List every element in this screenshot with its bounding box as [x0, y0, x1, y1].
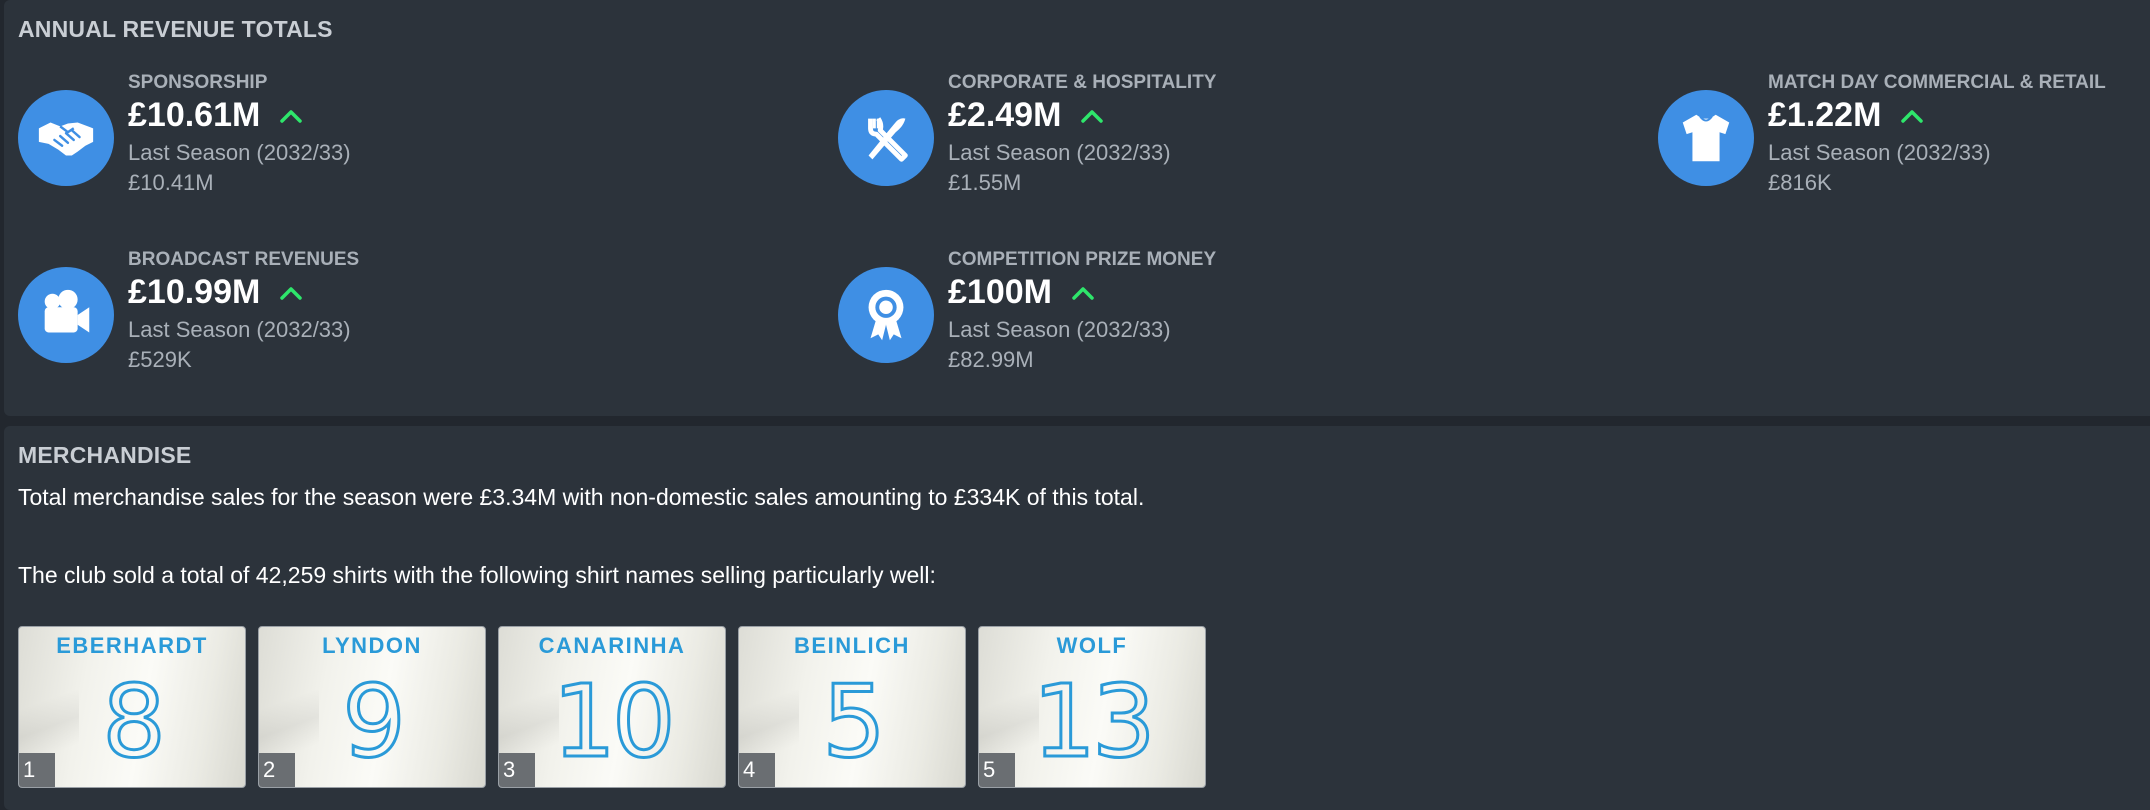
shirt-name: BEINLICH — [794, 633, 910, 658]
trend-up-icon — [1072, 286, 1094, 300]
merchandise-shirts-text: The club sold a total of 42,259 shirts w… — [18, 562, 936, 588]
last-season-value: £1.55M — [948, 170, 1022, 195]
revenue-value-text: £100M — [948, 273, 1052, 311]
revenue-value: £10.99M — [128, 273, 303, 312]
last-season-value: £529K — [128, 347, 192, 372]
trend-up-icon — [280, 286, 303, 300]
cutlery-icon — [838, 90, 934, 186]
revenue-card-match-day-commercial[interactable]: MATCH DAY COMMERCIAL & RETAIL £1.22M Las… — [1644, 72, 2150, 222]
revenue-value: £10.61M — [128, 96, 303, 135]
revenue-value: £2.49M — [948, 96, 1104, 135]
video-camera-icon — [18, 267, 114, 363]
shirt-rank-badge: 2 — [259, 753, 295, 787]
award-ribbon-icon — [838, 267, 934, 363]
shirt-card[interactable]: CANARINHA 10 3 — [498, 626, 726, 788]
last-season-label: Last Season (2032/33) — [948, 317, 1171, 342]
last-season-label: Last Season (2032/33) — [948, 140, 1171, 165]
last-season-label: Last Season (2032/33) — [128, 140, 351, 165]
revenue-card-broadcast[interactable]: BROADCAST REVENUES £10.99M Last Season (… — [4, 249, 784, 399]
revenue-card-corporate-hospitality[interactable]: CORPORATE & HOSPITALITY £2.49M Last Seas… — [824, 72, 1604, 222]
shirt-card[interactable]: EBERHARDT 8 1 — [18, 626, 246, 788]
revenue-value-text: £1.22M — [1768, 96, 1882, 134]
handshake-icon — [18, 90, 114, 186]
annual-revenue-title: ANNUAL REVENUE TOTALS — [18, 16, 333, 42]
shirt-rank-badge: 4 — [739, 753, 775, 787]
revenue-value: £100M — [948, 273, 1094, 312]
last-season-label: Last Season (2032/33) — [128, 317, 351, 342]
merchandise-sales-text: Total merchandise sales for the season w… — [18, 484, 1145, 510]
shirt-rank-badge: 1 — [19, 753, 55, 787]
shirt-card[interactable]: WOLF 13 5 — [978, 626, 1206, 788]
merchandise-title: MERCHANDISE — [18, 442, 192, 468]
trend-up-icon — [1901, 109, 1924, 123]
shirt-rank-badge: 5 — [979, 753, 1015, 787]
last-season-value: £816K — [1768, 170, 1832, 195]
shirt-card[interactable]: BEINLICH 5 4 — [738, 626, 966, 788]
revenue-card-sponsorship[interactable]: SPONSORSHIP £10.61M Last Season (2032/33… — [4, 72, 784, 222]
top-shirt-names-list: EBERHARDT 8 1 LYNDON 9 2 CANARINHA 10 3 … — [18, 626, 1206, 788]
revenue-value-text: £10.61M — [128, 96, 261, 134]
shirt-card[interactable]: LYNDON 9 2 — [258, 626, 486, 788]
shirt-name: WOLF — [1056, 633, 1128, 658]
revenue-card-competition-prize-money[interactable]: COMPETITION PRIZE MONEY £100M Last Seaso… — [824, 249, 1604, 399]
trend-up-icon — [280, 109, 303, 123]
last-season-value: £82.99M — [948, 347, 1034, 372]
shirt-icon — [1658, 90, 1754, 186]
revenue-value-text: £10.99M — [128, 273, 261, 311]
merchandise-panel: MERCHANDISE Total merchandise sales for … — [4, 426, 2150, 810]
revenue-label: MATCH DAY COMMERCIAL & RETAIL — [1768, 72, 2106, 93]
revenue-value-text: £2.49M — [948, 96, 1062, 134]
trend-up-icon — [1081, 109, 1104, 123]
revenue-label: CORPORATE & HOSPITALITY — [948, 72, 1217, 93]
shirt-name: LYNDON — [322, 633, 422, 658]
shirt-name: CANARINHA — [538, 633, 686, 658]
revenue-label: BROADCAST REVENUES — [128, 249, 360, 270]
last-season-label: Last Season (2032/33) — [1768, 140, 1991, 165]
shirt-name: EBERHARDT — [56, 633, 208, 658]
revenue-label: SPONSORSHIP — [128, 72, 268, 93]
shirt-rank-badge: 3 — [499, 753, 535, 787]
revenue-label: COMPETITION PRIZE MONEY — [948, 249, 1217, 270]
revenue-value: £1.22M — [1768, 96, 1924, 135]
last-season-value: £10.41M — [128, 170, 214, 195]
annual-revenue-panel: ANNUAL REVENUE TOTALS SPONSORSHIP £10.61… — [4, 0, 2150, 416]
